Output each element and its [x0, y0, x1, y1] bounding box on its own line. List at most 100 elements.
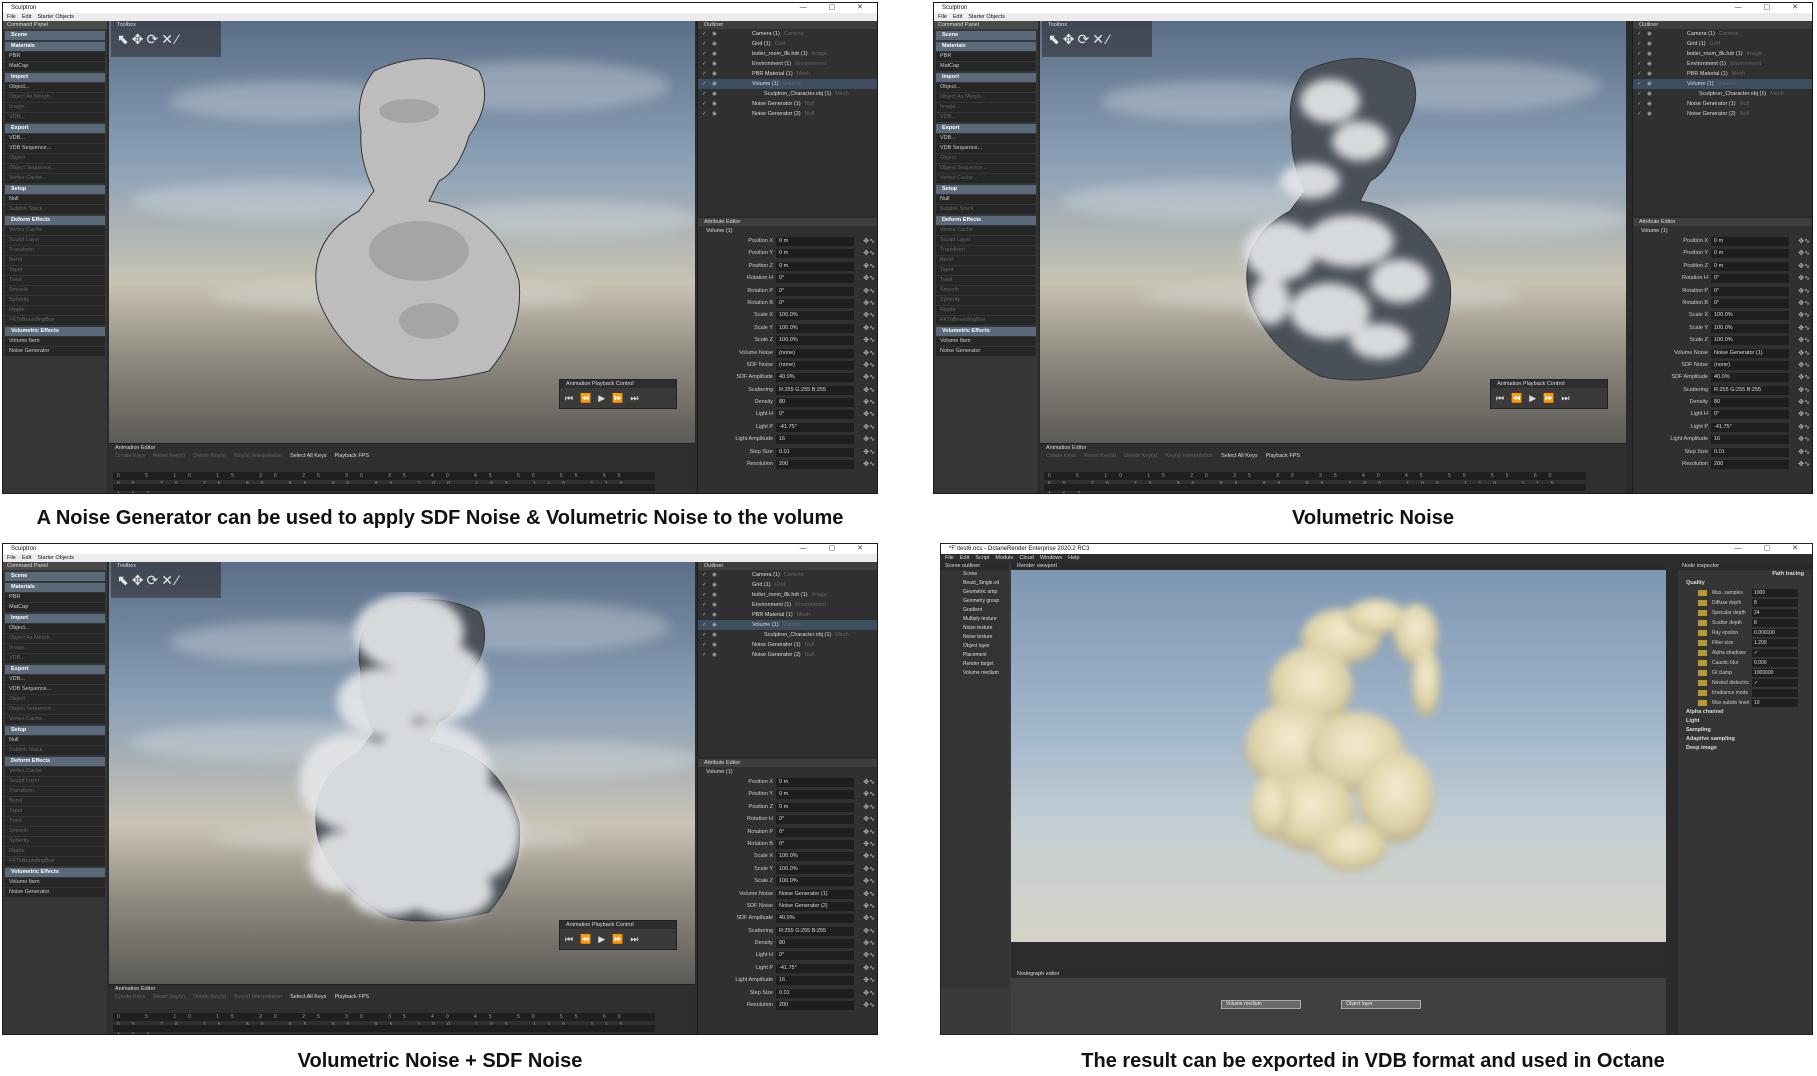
command-item[interactable]: Sculpt Layer	[5, 236, 105, 245]
command-item[interactable]: Twist	[936, 276, 1036, 285]
command-item[interactable]: Spherify	[5, 296, 105, 305]
section-volumetric[interactable]: Volumetric Effects	[5, 868, 105, 877]
command-item[interactable]: FKToBoundingBox	[936, 316, 1036, 325]
keyframe-icon[interactable]: ✥∿	[863, 815, 875, 823]
check-icon[interactable]: ✓	[702, 640, 707, 650]
attribute-value[interactable]: (none)	[776, 360, 854, 370]
attribute-value[interactable]: Noise Generator (1)	[1711, 348, 1789, 358]
keyframe-icon[interactable]: ✥∿	[1798, 299, 1810, 307]
outliner-row[interactable]: ✓ ◉ Volume (1) Volume	[698, 620, 877, 630]
command-item[interactable]: VDB...	[5, 675, 105, 684]
eye-icon[interactable]: ◉	[712, 630, 717, 640]
attribute-value[interactable]: 0°	[776, 827, 854, 837]
pin-swatch[interactable]	[1698, 610, 1707, 616]
check-icon[interactable]: ✓	[702, 109, 707, 119]
keyframe-icon[interactable]: ✥∿	[1798, 460, 1810, 468]
keyframe-icon[interactable]: ✥∿	[863, 914, 875, 922]
section-export[interactable]: Export	[5, 665, 105, 674]
command-item[interactable]: Sublink Stack	[5, 205, 105, 214]
section-setup[interactable]: Setup	[5, 185, 105, 194]
scene-item[interactable]: Beast_Single.vd	[941, 579, 1009, 588]
command-item[interactable]: Sublink Stack	[936, 205, 1036, 214]
check-icon[interactable]: ✓	[702, 650, 707, 660]
outliner-row[interactable]: ✓ ◉ PBR Material (1) Mesh	[698, 610, 877, 620]
attribute-value[interactable]: 0.01	[776, 447, 854, 457]
outliner-row[interactable]: ✓ ◉ Sculptron_Character.obj (1) Mesh	[698, 89, 877, 99]
keyframe-icon[interactable]: ✥∿	[863, 902, 875, 910]
timeline-range[interactable]	[113, 1025, 655, 1032]
check-icon[interactable]: ✓	[702, 590, 707, 600]
check-icon[interactable]: ✓	[1637, 39, 1642, 49]
keyframe-icon[interactable]: ✥∿	[863, 324, 875, 332]
tool-icons[interactable]: ⬉✥⟳✕⁄	[111, 29, 221, 49]
keyframe-icon[interactable]: ✥∿	[863, 790, 875, 798]
command-item[interactable]: Object	[5, 695, 105, 704]
check-icon[interactable]: ✓	[1637, 59, 1642, 69]
command-item[interactable]: Ripple	[5, 847, 105, 856]
attribute-value[interactable]: 0.01	[1711, 447, 1789, 457]
timeline-range[interactable]	[113, 484, 655, 491]
command-item[interactable]: Image...	[936, 103, 1036, 112]
command-item[interactable]: VDB...	[936, 134, 1036, 143]
command-item[interactable]: Object...	[936, 83, 1036, 92]
menu-item[interactable]: Edit	[22, 555, 31, 561]
command-item[interactable]: Smooth	[5, 827, 105, 836]
pin-swatch[interactable]	[1698, 630, 1707, 636]
attribute-value[interactable]: -41.75°	[1711, 422, 1789, 432]
section-import[interactable]: Import	[936, 73, 1036, 82]
section-deform[interactable]: Deform Effects	[5, 216, 105, 225]
eye-icon[interactable]: ◉	[1647, 49, 1652, 59]
command-item[interactable]: Volume Item	[5, 878, 105, 887]
outliner-row[interactable]: ✓ ◉ Volume (1) Volume	[1633, 79, 1812, 89]
inspector-value[interactable]: ✓	[1752, 649, 1798, 657]
pin-swatch[interactable]	[1698, 600, 1707, 606]
eye-icon[interactable]: ◉	[1647, 29, 1652, 39]
anim-button[interactable]: Reset Key(s)	[153, 453, 185, 459]
pin-swatch[interactable]	[1698, 650, 1707, 656]
attribute-value[interactable]: 40.0%	[776, 914, 854, 924]
keyframe-icon[interactable]: ✥∿	[1798, 361, 1810, 369]
command-item[interactable]: Spherify	[936, 296, 1036, 305]
outliner-row[interactable]: ✓ ◉ Noise Generator (2) Null	[1633, 109, 1812, 119]
command-item[interactable]: Vertex Cache...	[936, 174, 1036, 183]
command-item[interactable]: Object...	[5, 624, 105, 633]
attribute-value[interactable]: 0 m	[1711, 261, 1789, 271]
keyframe-icon[interactable]: ✥∿	[1798, 249, 1810, 257]
anim-button[interactable]: Delete Key(s)	[193, 994, 226, 1000]
section-export[interactable]: Export	[936, 124, 1036, 133]
eye-icon[interactable]: ◉	[1647, 99, 1652, 109]
keyframe-icon[interactable]: ✥∿	[1798, 311, 1810, 319]
eye-icon[interactable]: ◉	[712, 650, 717, 660]
command-item[interactable]: Twist	[5, 276, 105, 285]
command-item[interactable]: Bend	[5, 256, 105, 265]
octane-menu-item[interactable]: Module	[995, 555, 1013, 561]
keyframe-icon[interactable]: ✥∿	[1798, 324, 1810, 332]
attribute-value[interactable]: Noise Generator (2)	[776, 901, 854, 911]
command-item[interactable]: VDB Sequence...	[5, 144, 105, 153]
keyframe-icon[interactable]: ✥∿	[863, 237, 875, 245]
attribute-value[interactable]: 200	[1711, 460, 1789, 470]
section-volumetric[interactable]: Volumetric Effects	[936, 327, 1036, 336]
anim-button[interactable]: Select All Keys	[290, 994, 326, 1000]
scene-item[interactable]: Gradient	[941, 606, 1009, 615]
keyframe-icon[interactable]: ✥∿	[1798, 386, 1810, 394]
timeline-ruler[interactable]: 0 5 10 15 20 25 30 35 40 45 50 55 60 65 …	[113, 1013, 655, 1034]
keyframe-icon[interactable]: ✥∿	[863, 927, 875, 935]
command-item[interactable]: Object Sequence...	[936, 164, 1036, 173]
keyframe-icon[interactable]: ✥∿	[863, 852, 875, 860]
keyframe-icon[interactable]: ✥∿	[1798, 287, 1810, 295]
scene-item[interactable]: Render target	[941, 660, 1009, 669]
command-item[interactable]: Volume Item	[5, 337, 105, 346]
attribute-value[interactable]: 100.0%	[776, 877, 854, 887]
inspector-section[interactable]: Deep image	[1678, 744, 1812, 753]
keyframe-icon[interactable]: ✥∿	[863, 877, 875, 885]
keyframe-icon[interactable]: ✥∿	[863, 435, 875, 443]
check-icon[interactable]: ✓	[702, 89, 707, 99]
section-materials[interactable]: Materials	[5, 42, 105, 51]
eye-icon[interactable]: ◉	[712, 29, 717, 39]
keyframe-icon[interactable]: ✥∿	[863, 398, 875, 406]
keyframe-icon[interactable]: ✥∿	[1798, 373, 1810, 381]
inspector-value[interactable]: 0.000	[1752, 659, 1798, 667]
section-setup[interactable]: Setup	[936, 185, 1036, 194]
check-icon[interactable]: ✓	[702, 570, 707, 580]
